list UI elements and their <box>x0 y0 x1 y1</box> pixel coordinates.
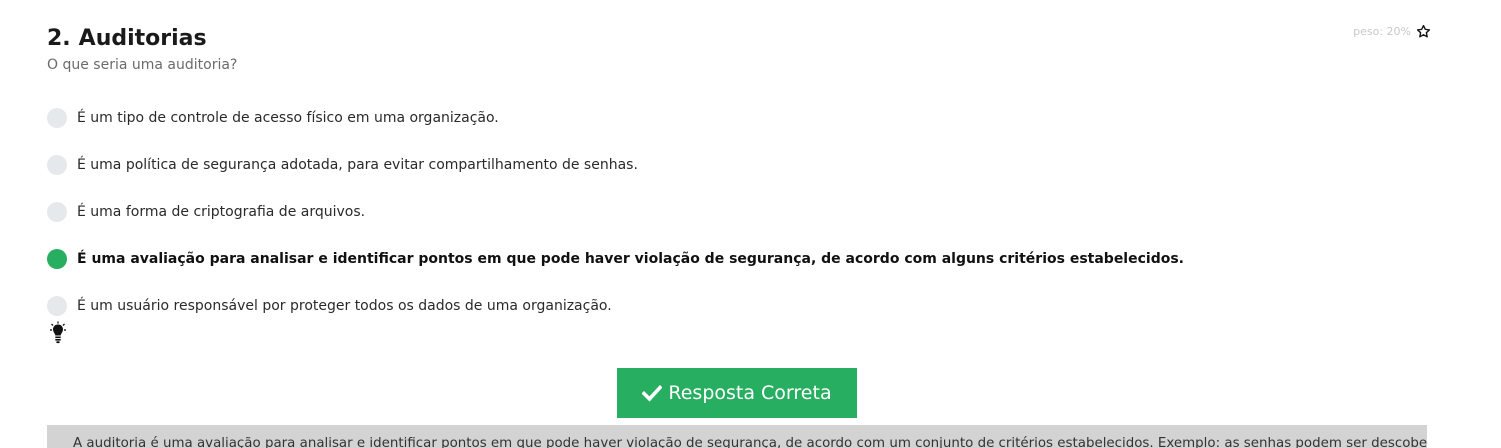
answer-option[interactable]: É uma política de segurança adotada, par… <box>47 141 1447 188</box>
radio-button[interactable] <box>47 107 67 128</box>
answer-option-label: É uma política de segurança adotada, par… <box>77 156 638 173</box>
correct-answer-label: Resposta Correta <box>668 382 832 404</box>
question-weight: peso: 20% <box>1353 24 1431 39</box>
question-number: 2. <box>47 26 71 51</box>
answer-option-label: É uma forma de criptografia de arquivos. <box>77 203 366 220</box>
radio-button[interactable] <box>47 154 67 175</box>
answer-option-selected[interactable]: É uma avaliação para analisar e identifi… <box>47 235 1447 282</box>
question-title-text: Auditorias <box>78 26 207 51</box>
question-title: 2. Auditorias <box>47 24 207 54</box>
lightbulb-icon[interactable] <box>50 321 66 345</box>
radio-button-selected[interactable] <box>47 248 67 269</box>
answer-option[interactable]: É um usuário responsável por proteger to… <box>47 282 1447 329</box>
explanation-panel: A auditoria é uma avaliação para analisa… <box>47 425 1427 448</box>
quiz-page: 2. Auditorias O que seria uma auditoria? … <box>0 0 1501 448</box>
answer-option[interactable]: É uma forma de criptografia de arquivos. <box>47 188 1447 235</box>
weight-label: peso: 20% <box>1353 25 1411 38</box>
radio-button[interactable] <box>47 295 67 316</box>
answer-options: É um tipo de controle de acesso físico e… <box>47 94 1447 329</box>
question-subtitle: O que seria uma auditoria? <box>47 57 238 73</box>
answer-option-label: É uma avaliação para analisar e identifi… <box>77 250 1184 267</box>
explanation-text: A auditoria é uma avaliação para analisa… <box>73 436 1427 448</box>
radio-button[interactable] <box>47 201 67 222</box>
correct-answer-button[interactable]: Resposta Correta <box>617 368 857 418</box>
answer-option[interactable]: É um tipo de controle de acesso físico e… <box>47 94 1447 141</box>
check-icon <box>642 384 663 402</box>
star-outline-icon[interactable] <box>1416 24 1431 39</box>
answer-option-label: É um usuário responsável por proteger to… <box>77 297 612 314</box>
answer-option-label: É um tipo de controle de acesso físico e… <box>77 109 499 126</box>
